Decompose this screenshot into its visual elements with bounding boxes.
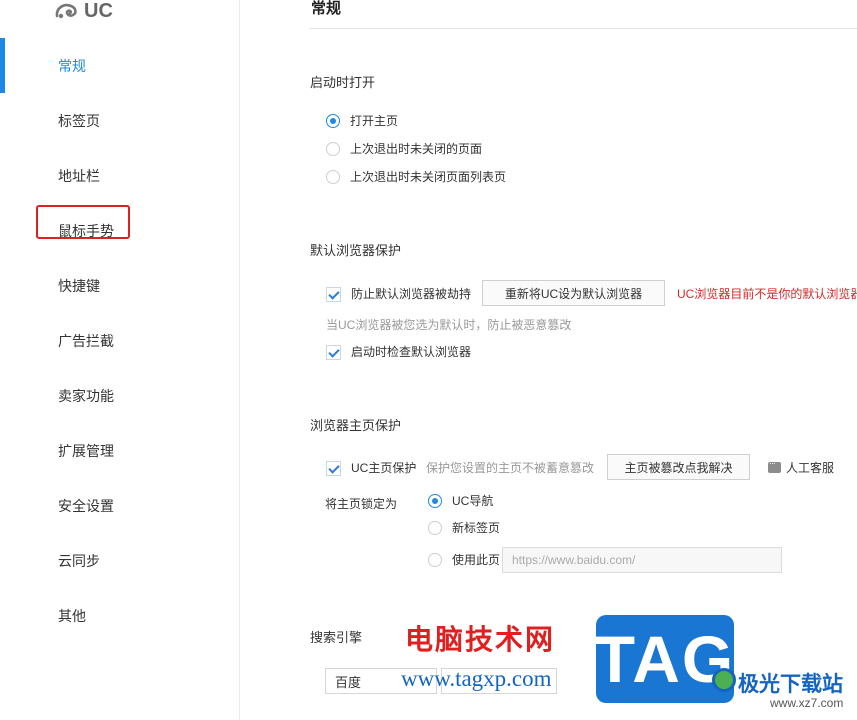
checkbox-label: 防止默认浏览器被劫持 [351, 287, 472, 301]
option-label: 新标签页 [452, 521, 501, 535]
customer-service-label: 人工客服 [786, 461, 835, 475]
option-label: 使用此页 [452, 553, 501, 567]
nav-item-address-bar[interactable]: 地址栏 [58, 166, 100, 186]
checkbox-checked[interactable] [326, 286, 341, 302]
nav-item-shortcuts[interactable]: 快捷键 [58, 276, 100, 296]
homepage-protect-section-title: 浏览器主页保护 [310, 418, 402, 433]
radio-unselected[interactable] [326, 170, 340, 184]
checkbox-label: 启动时检查默认浏览器 [351, 345, 472, 359]
nav-item-security[interactable]: 安全设置 [58, 496, 114, 516]
nav-item-ad-block[interactable]: 广告拦截 [58, 331, 114, 351]
custom-homepage-url-input[interactable] [502, 547, 782, 573]
nav-item-cloud-sync[interactable]: 云同步 [58, 551, 100, 571]
radio-selected[interactable] [326, 114, 340, 128]
homepage-fix-button[interactable]: 主页被篡改点我解决 [607, 454, 750, 480]
active-indicator [0, 38, 5, 93]
radio-unselected[interactable] [428, 553, 442, 567]
settings-main: 常规 启动时打开 打开主页 上次退出时未关闭的页面 上次退出时未关闭页面列表页 … [241, 0, 857, 720]
option-label: 打开主页 [350, 114, 399, 128]
uc-homepage-protect-checkbox[interactable]: UC主页保护 [326, 460, 416, 476]
prevent-hijack-checkbox[interactable]: 防止默认浏览器被劫持 [326, 286, 471, 302]
radio-unselected[interactable] [428, 521, 442, 535]
logo-text: UC [84, 0, 113, 22]
set-default-browser-button[interactable]: 重新将UC设为默认浏览器 [482, 280, 665, 306]
lock-homepage-label: 将主页锁定为 [325, 497, 398, 511]
watermark-site-name: 电脑技术网 [405, 623, 556, 656]
watermark-site-url: www.tagxp.com [401, 666, 552, 691]
lock-option-custom-page[interactable]: 使用此页 [428, 552, 500, 568]
uc-logo: UC [54, 0, 113, 22]
nav-item-tabs[interactable]: 标签页 [58, 111, 100, 131]
radio-unselected[interactable] [326, 142, 340, 156]
chat-bubble-icon [768, 458, 781, 473]
watermark-brand-url: www.xz7.com [770, 696, 844, 710]
default-browser-hint: 当UC浏览器被您选为默认时，防止被恶意篡改 [326, 318, 572, 332]
lock-option-new-tab[interactable]: 新标签页 [428, 520, 500, 536]
checkbox-label: UC主页保护 [351, 461, 417, 475]
uc-squirrel-icon [54, 2, 80, 20]
checkbox-checked[interactable] [326, 460, 341, 476]
nav-item-seller-features[interactable]: 卖家功能 [58, 386, 114, 406]
default-browser-section-title: 默认浏览器保护 [310, 243, 402, 258]
customer-service-link[interactable]: 人工客服 [768, 458, 835, 476]
not-default-warning: UC浏览器目前不是你的默认浏览器 [677, 287, 857, 301]
settings-sidebar: UC 常规 标签页 地址栏 鼠标手势 快捷键 广告拦截 卖家功能 扩展管理 安全… [0, 0, 240, 720]
option-label: 上次退出时未关闭的页面 [350, 142, 483, 156]
search-engine-section-title: 搜索引擎 [310, 630, 363, 645]
title-divider [309, 28, 857, 29]
nav-item-extensions[interactable]: 扩展管理 [58, 441, 114, 461]
search-engine-value: 百度 [335, 674, 362, 690]
radio-selected[interactable] [428, 494, 442, 508]
startup-option-last-session-list[interactable]: 上次退出时未关闭页面列表页 [326, 169, 506, 185]
watermark-brand: 极光下载站 [738, 672, 843, 696]
option-label: UC导航 [452, 494, 494, 508]
page-title: 常规 [311, 0, 342, 17]
aurora-logo-icon [712, 668, 736, 692]
startup-option-homepage[interactable]: 打开主页 [326, 113, 398, 129]
checkbox-checked[interactable] [326, 344, 341, 360]
startup-option-last-session[interactable]: 上次退出时未关闭的页面 [326, 141, 482, 157]
watermark-tag-logo: TAG [595, 615, 734, 703]
startup-section-title: 启动时打开 [310, 75, 376, 90]
homepage-protect-hint: 保护您设置的主页不被蓄意篡改 [426, 461, 595, 475]
nav-item-other[interactable]: 其他 [58, 606, 86, 626]
option-label: 上次退出时未关闭页面列表页 [350, 170, 507, 184]
check-on-start-checkbox[interactable]: 启动时检查默认浏览器 [326, 344, 471, 360]
nav-item-general[interactable]: 常规 [58, 56, 86, 76]
nav-item-mouse-gestures[interactable]: 鼠标手势 [58, 221, 114, 241]
lock-option-uc-nav[interactable]: UC导航 [428, 493, 493, 509]
